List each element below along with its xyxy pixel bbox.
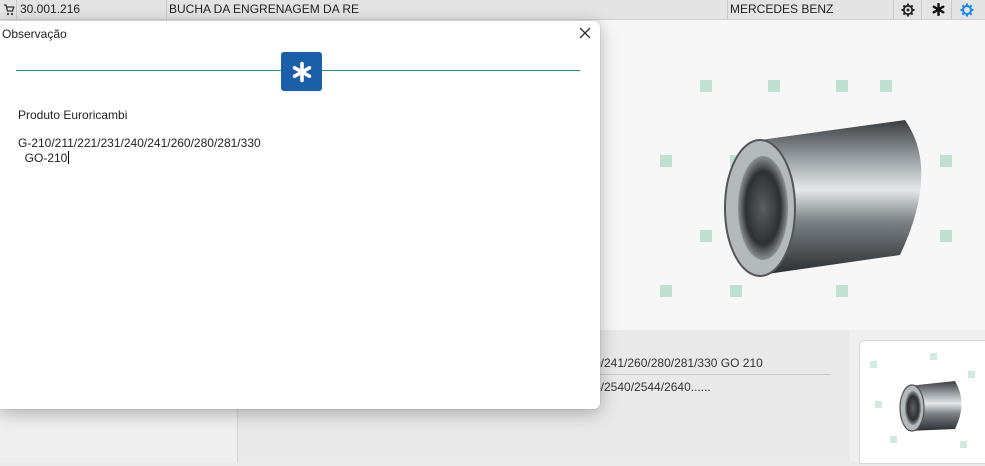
close-icon: [579, 27, 591, 39]
bushing-bore: [738, 156, 788, 260]
dialog-body: Produto Euroricambi G-210/211/221/231/24…: [18, 108, 578, 166]
details-divider: [590, 374, 830, 375]
gear-icon[interactable]: [899, 1, 917, 18]
asterisk-badge: [281, 52, 322, 91]
observation-line-1: G-210/211/221/231/240/241/260/280/281/33…: [18, 136, 261, 150]
thumbnail-image: [870, 353, 975, 448]
applications-line-2: 4/2540/2544/2640......: [594, 380, 711, 394]
product-code: 30.001.216: [20, 2, 81, 16]
product-image: [660, 80, 952, 297]
close-button[interactable]: [575, 23, 595, 43]
observation-dialog: Observação Produto Euroricambi G-210/211…: [0, 21, 600, 409]
top-bar: 30.001.216 BUCHA DA ENGRENAGEM DA RE MER…: [0, 0, 985, 20]
product-image-panel: [600, 20, 985, 330]
product-description: BUCHA DA ENGRENAGEM DA RE: [169, 2, 360, 16]
applications-line-1: 0/241/260/280/281/330 GO 210: [594, 356, 763, 370]
product-thumbnail[interactable]: [859, 340, 985, 464]
observation-heading: Produto Euroricambi: [18, 108, 128, 122]
observation-textarea[interactable]: G-210/211/221/231/240/241/260/280/281/33…: [18, 136, 578, 166]
settings-icon[interactable]: [958, 1, 976, 18]
asterisk-icon: [292, 61, 311, 82]
product-brand: MERCEDES BENZ: [730, 2, 834, 16]
text-caret: [68, 151, 70, 164]
dialog-title: Observação: [2, 27, 67, 41]
asterisk-icon[interactable]: [929, 1, 947, 18]
observation-line-2: GO-210: [18, 151, 68, 165]
